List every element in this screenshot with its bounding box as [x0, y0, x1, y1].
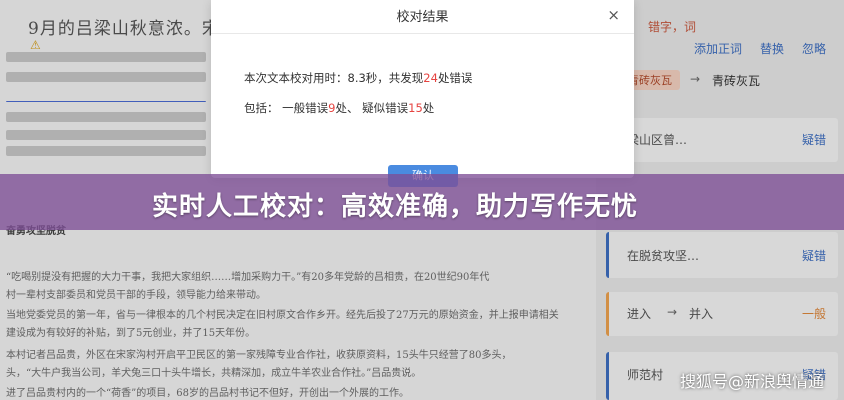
result-breakdown: 包括： 一般错误9处、 疑似错误15处 — [244, 100, 434, 116]
breakdown-text: 处、 疑似错误 — [335, 101, 409, 115]
summary-text: 本次文本校对用时：8.3秒，共发现 — [244, 71, 424, 85]
watermark: 搜狐号@新浪舆情通 — [679, 372, 824, 391]
dialog-title: 校对结果 — [396, 10, 449, 25]
close-icon[interactable]: × — [607, 6, 620, 24]
summary-text: 处错误 — [437, 71, 473, 85]
dialog-header: 校对结果 × — [211, 0, 634, 34]
proofread-result-dialog: 校对结果 × 本次文本校对用时：8.3秒，共发现24处错误 包括： 一般错误9处… — [211, 0, 634, 187]
breakdown-text: 处 — [422, 101, 435, 115]
suspect-error-count: 15 — [408, 101, 423, 115]
breakdown-text: 包括： 一般错误 — [244, 101, 329, 115]
banner-text: 实时人工校对：高效准确，助力写作无忧 — [152, 192, 639, 222]
error-count: 24 — [423, 71, 438, 85]
result-summary: 本次文本校对用时：8.3秒，共发现24处错误 — [244, 70, 472, 86]
caption-banner: 实时人工校对：高效准确，助力写作无忧 — [0, 174, 844, 230]
